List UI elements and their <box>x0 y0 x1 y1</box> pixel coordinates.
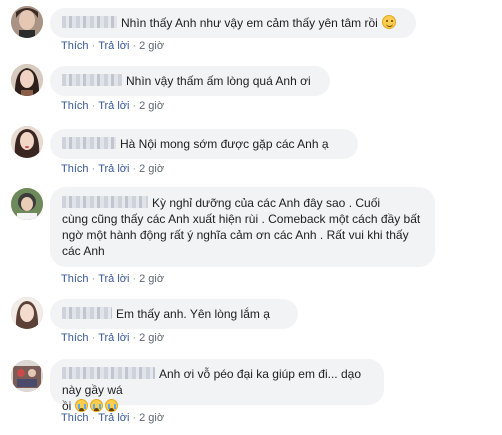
timestamp[interactable]: 2 giờ <box>139 40 164 52</box>
avatar[interactable] <box>11 188 43 220</box>
comment-actions: Thích · Trả lời · 2 giờ <box>61 100 165 112</box>
comment-bubble: Nhìn thấy Anh như vậy em cảm thấy yên tâ… <box>50 8 416 38</box>
reply-link[interactable]: Trả lời <box>98 332 129 344</box>
like-link[interactable]: Thích <box>61 273 89 285</box>
comment-text-line: Kỳ nghỉ dưỡng của các Anh đây sao . Cuối <box>152 196 381 210</box>
commenter-name[interactable] <box>62 196 148 208</box>
avatar[interactable] <box>11 126 43 158</box>
commenter-name[interactable] <box>62 16 117 28</box>
comment-text-line: các Anh <box>62 244 105 258</box>
avatar[interactable] <box>11 6 43 38</box>
timestamp[interactable]: 2 giờ <box>139 412 164 424</box>
like-link[interactable]: Thích <box>61 100 89 112</box>
like-link[interactable]: Thích <box>61 163 89 175</box>
timestamp[interactable]: 2 giờ <box>139 273 164 285</box>
commenter-name[interactable] <box>62 137 116 149</box>
comment-actions: Thích · Trả lời · 2 giờ <box>61 163 165 175</box>
commenter-name[interactable] <box>62 307 112 319</box>
comment-bubble: Kỳ nghỉ dưỡng của các Anh đây sao . Cuối… <box>50 187 435 267</box>
avatar[interactable] <box>11 360 43 392</box>
timestamp[interactable]: 2 giờ <box>139 332 164 344</box>
comment-actions: Thích · Trả lời · 2 giờ <box>61 412 165 424</box>
smiling-face-icon <box>382 15 397 29</box>
like-link[interactable]: Thích <box>61 412 89 424</box>
timestamp[interactable]: 2 giờ <box>139 163 164 175</box>
commenter-name[interactable] <box>62 74 122 86</box>
avatar[interactable] <box>11 297 43 329</box>
comment-text: Nhìn thấy Anh như vậy em cảm thấy yên tâ… <box>121 16 378 30</box>
reply-link[interactable]: Trả lời <box>98 100 129 112</box>
commenter-name[interactable] <box>62 367 155 379</box>
avatar[interactable] <box>11 64 43 96</box>
comment-actions: Thích · Trả lời · 2 giờ <box>61 273 165 285</box>
comment-bubble: Em thấy anh. Yên lòng lắm ạ <box>50 299 298 329</box>
reply-link[interactable]: Trả lời <box>98 273 129 285</box>
timestamp[interactable]: 2 giờ <box>139 100 164 112</box>
comment-actions: Thích · Trả lời · 2 giờ <box>61 332 165 344</box>
comment-text: Nhìn vậy thấm ấm lòng quá Anh ơi <box>126 74 311 88</box>
reply-link[interactable]: Trả lời <box>98 40 129 52</box>
comment-actions: Thích · Trả lời · 2 giờ <box>61 40 165 52</box>
like-link[interactable]: Thích <box>61 40 89 52</box>
comment-bubble: Anh ơi vỗ péo đại ka giúp em đi... dạo n… <box>50 359 384 413</box>
reply-link[interactable]: Trả lời <box>98 412 129 424</box>
comment-bubble: Hà Nội mong sớm được gặp các Anh ạ <box>50 129 358 159</box>
comment-text: Em thấy anh. Yên lòng lắm ạ <box>116 307 270 321</box>
comment-text: Hà Nội mong sớm được gặp các Anh ạ <box>120 137 329 151</box>
comment-text-line: cùng cũng thấy các Anh xuất hiện rùi . C… <box>62 212 421 226</box>
reply-link[interactable]: Trả lời <box>98 163 129 175</box>
like-link[interactable]: Thích <box>61 332 89 344</box>
comment-bubble: Nhìn vậy thấm ấm lòng quá Anh ơi <box>50 66 330 96</box>
comment-text-line: ngờ một hành động rất ý nghĩa cảm ơn các… <box>62 228 409 242</box>
